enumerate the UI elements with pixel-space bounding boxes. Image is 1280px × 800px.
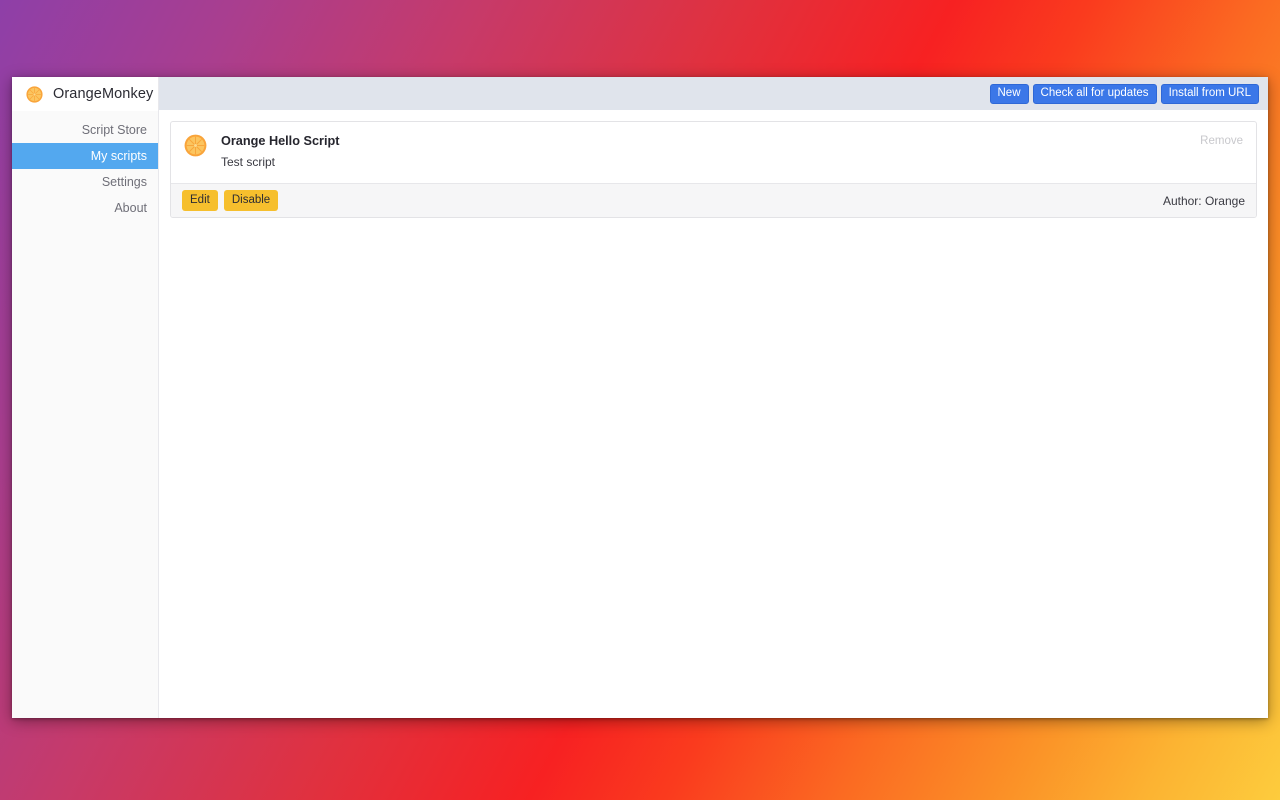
script-card: Orange Hello Script Test script Remove E… [170, 121, 1257, 218]
script-description: Test script [221, 155, 276, 169]
script-card-footer: Edit Disable Author: Orange [171, 183, 1256, 217]
script-author: Author: Orange [1162, 193, 1245, 208]
disable-script-button[interactable]: Disable [223, 190, 279, 211]
sidebar-item-settings[interactable]: Settings [12, 169, 158, 195]
remove-script-link[interactable]: Remove [1200, 133, 1243, 170]
toolbar: New Check all for updates Install from U… [159, 77, 1268, 110]
orange-slice-icon [26, 85, 43, 103]
script-card-body: Orange Hello Script Test script Remove [171, 122, 1256, 183]
check-all-updates-button[interactable]: Check all for updates [1032, 83, 1157, 104]
sidebar-item-about[interactable]: About [12, 195, 158, 221]
install-from-url-button[interactable]: Install from URL [1160, 83, 1259, 104]
script-list: Orange Hello Script Test script Remove E… [159, 110, 1268, 718]
script-title: Orange Hello Script [221, 134, 340, 148]
new-script-button[interactable]: New [989, 83, 1029, 104]
orange-slice-icon [184, 133, 207, 170]
sidebar-item-script-store[interactable]: Script Store [12, 117, 158, 143]
edit-script-button[interactable]: Edit [182, 190, 218, 211]
script-info: Orange Hello Script Test script [221, 133, 1200, 170]
main-panel: New Check all for updates Install from U… [159, 77, 1268, 718]
sidebar-nav: Script Store My scripts Settings About [12, 111, 158, 221]
sidebar-item-my-scripts[interactable]: My scripts [12, 143, 158, 169]
sidebar: OrangeMonkey Script Store My scripts Set… [12, 77, 159, 718]
brand-header: OrangeMonkey [12, 77, 158, 111]
brand-name: OrangeMonkey [53, 86, 154, 102]
app-window: OrangeMonkey Script Store My scripts Set… [12, 77, 1268, 718]
